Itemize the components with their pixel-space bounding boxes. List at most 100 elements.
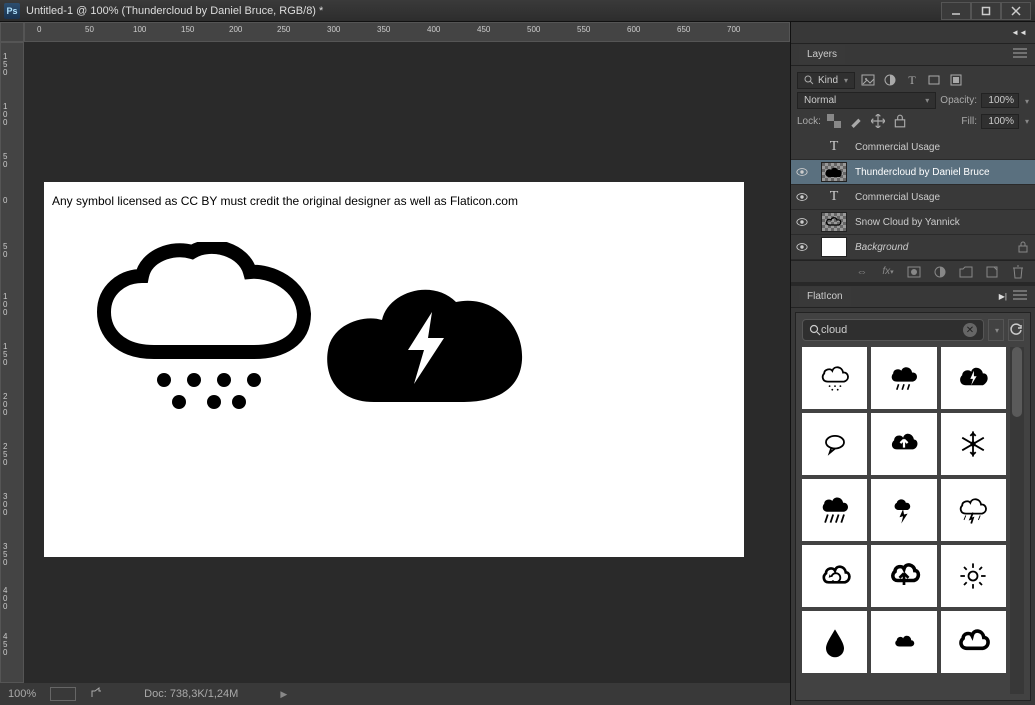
layers-tab[interactable]: Layers	[799, 45, 845, 64]
fill-label: Fill:	[961, 116, 977, 127]
layer-name[interactable]: Background	[851, 242, 1017, 253]
icon-cell-lightning[interactable]	[871, 479, 936, 541]
filter-adjustment-icon[interactable]	[881, 71, 899, 89]
play-icon[interactable]: ▶	[280, 689, 287, 700]
canvas-caption: Any symbol licensed as CC BY must credit…	[52, 194, 518, 208]
search-box[interactable]: ✕	[802, 319, 984, 341]
icon-cell-snowflake[interactable]	[941, 413, 1006, 475]
window-title: Untitled-1 @ 100% (Thundercloud by Danie…	[26, 5, 941, 17]
layer-row[interactable]: Snow Cloud by Yannick	[791, 210, 1035, 235]
layer-name[interactable]: Thundercloud by Daniel Bruce	[851, 167, 1035, 178]
lock-move-icon[interactable]	[869, 112, 887, 130]
layers-footer: ⇔ fx▾	[791, 260, 1035, 282]
icon-cell-cloud-up-bold[interactable]	[871, 545, 936, 607]
icon-cell-cloud-small[interactable]	[871, 611, 936, 673]
icon-cell-drop[interactable]	[802, 611, 867, 673]
mask-icon[interactable]	[905, 263, 923, 281]
panel-menu-icon[interactable]	[1013, 48, 1027, 61]
link-layers-icon[interactable]: ⇔	[853, 263, 871, 281]
close-button[interactable]	[1001, 2, 1031, 20]
minimize-button[interactable]	[941, 2, 971, 20]
titlebar: Ps Untitled-1 @ 100% (Thundercloud by Da…	[0, 0, 1035, 22]
ruler-corner	[0, 22, 24, 42]
search-input[interactable]	[821, 324, 963, 336]
statusbar: 100% Doc: 738,3K/1,24M ▶	[0, 683, 790, 705]
icon-cell-heavy-rain[interactable]	[802, 479, 867, 541]
filter-image-icon[interactable]	[859, 71, 877, 89]
panel-collapse-bar[interactable]: ◄◄	[791, 22, 1035, 44]
lock-all-icon[interactable]	[891, 112, 909, 130]
layer-row[interactable]: T Commercial Usage	[791, 135, 1035, 160]
icon-cell-cloud-rain-solid[interactable]	[871, 347, 936, 409]
visibility-toggle[interactable]	[791, 216, 813, 228]
icon-cell-cloud-sync[interactable]	[802, 545, 867, 607]
new-layer-icon[interactable]	[983, 263, 1001, 281]
adjustment-layer-icon[interactable]	[931, 263, 949, 281]
lock-transparent-icon[interactable]	[825, 112, 843, 130]
flaticon-tab[interactable]: FlatIcon	[799, 287, 851, 306]
panel-menu-icon[interactable]	[1013, 290, 1027, 303]
opacity-label: Opacity:	[940, 95, 977, 106]
zoom-level[interactable]: 100%	[8, 688, 36, 700]
filter-text-icon[interactable]: T	[903, 71, 921, 89]
document-canvas[interactable]: Any symbol licensed as CC BY must credit…	[44, 182, 744, 557]
filter-kind-dropdown[interactable]: Kind	[797, 72, 855, 89]
visibility-toggle[interactable]	[791, 241, 813, 253]
panel-expand-icon[interactable]: ▶|	[999, 292, 1007, 301]
layers-list: T Commercial Usage Thundercloud by Danie…	[791, 135, 1035, 260]
layer-thumbnail-icon	[821, 212, 847, 232]
maximize-button[interactable]	[971, 2, 1001, 20]
visibility-toggle[interactable]	[791, 191, 813, 203]
document-viewport[interactable]: Any symbol licensed as CC BY must credit…	[24, 42, 790, 683]
layer-name[interactable]: Commercial Usage	[851, 142, 1035, 153]
layer-row[interactable]: Thundercloud by Daniel Bruce	[791, 160, 1035, 185]
layer-row[interactable]: T Commercial Usage	[791, 185, 1035, 210]
snow-cloud-icon[interactable]	[94, 242, 314, 422]
icon-cell-cloud-rain-outline[interactable]	[802, 347, 867, 409]
flaticon-panel: ✕	[795, 312, 1031, 701]
icon-cell-cloud-bold-outline[interactable]	[941, 611, 1006, 673]
lock-brush-icon[interactable]	[847, 112, 865, 130]
fill-dropdown-icon[interactable]	[1023, 115, 1029, 127]
icon-results-grid	[802, 347, 1006, 694]
layer-name[interactable]: Snow Cloud by Yannick	[851, 217, 1035, 228]
fill-input[interactable]: 100%	[981, 114, 1019, 129]
icon-cell-storm-outline[interactable]	[941, 479, 1006, 541]
lock-label: Lock:	[797, 116, 821, 127]
refresh-button[interactable]	[1008, 319, 1024, 341]
lock-icon	[1017, 241, 1029, 253]
doc-size: Doc: 738,3K/1,24M	[144, 688, 238, 700]
search-icon	[804, 75, 814, 85]
layer-name[interactable]: Commercial Usage	[851, 192, 1035, 203]
thundercloud-icon[interactable]	[324, 272, 524, 412]
share-icon[interactable]	[90, 687, 102, 702]
fx-icon[interactable]: fx▾	[879, 263, 897, 281]
scrollbar[interactable]	[1010, 347, 1024, 694]
ps-logo-icon: Ps	[4, 3, 20, 19]
layer-thumbnail-icon	[821, 162, 847, 182]
collapse-arrows-icon[interactable]: ◄◄	[1011, 28, 1027, 37]
flaticon-panel-header: FlatIcon ▶|	[791, 286, 1035, 308]
visibility-toggle[interactable]	[791, 166, 813, 178]
icon-cell-thundercloud-solid[interactable]	[941, 347, 1006, 409]
search-options-dropdown[interactable]	[988, 319, 1004, 341]
filter-smart-icon[interactable]	[947, 71, 965, 89]
preview-icon[interactable]	[50, 687, 76, 701]
layers-panel-header: Layers	[791, 44, 1035, 66]
opacity-dropdown-icon[interactable]	[1023, 95, 1029, 107]
trash-icon[interactable]	[1009, 263, 1027, 281]
icon-cell-speech-bubble[interactable]	[802, 413, 867, 475]
ruler-vertical: 150 100 50 0 50 100 150 200 250 300 350 …	[0, 42, 24, 683]
group-icon[interactable]	[957, 263, 975, 281]
icon-cell-cloud-upload[interactable]	[871, 413, 936, 475]
canvas-area: 0501001502002503003504004505005506006507…	[0, 22, 790, 705]
layer-row[interactable]: Background	[791, 235, 1035, 260]
opacity-input[interactable]: 100%	[981, 93, 1019, 108]
ruler-horizontal: 0501001502002503003504004505005506006507…	[24, 22, 790, 42]
clear-search-icon[interactable]: ✕	[963, 323, 977, 337]
filter-shape-icon[interactable]	[925, 71, 943, 89]
icon-cell-sun[interactable]	[941, 545, 1006, 607]
layer-thumbnail-icon	[821, 237, 847, 257]
blend-mode-dropdown[interactable]: Normal	[797, 92, 936, 109]
scrollbar-thumb[interactable]	[1012, 347, 1022, 417]
